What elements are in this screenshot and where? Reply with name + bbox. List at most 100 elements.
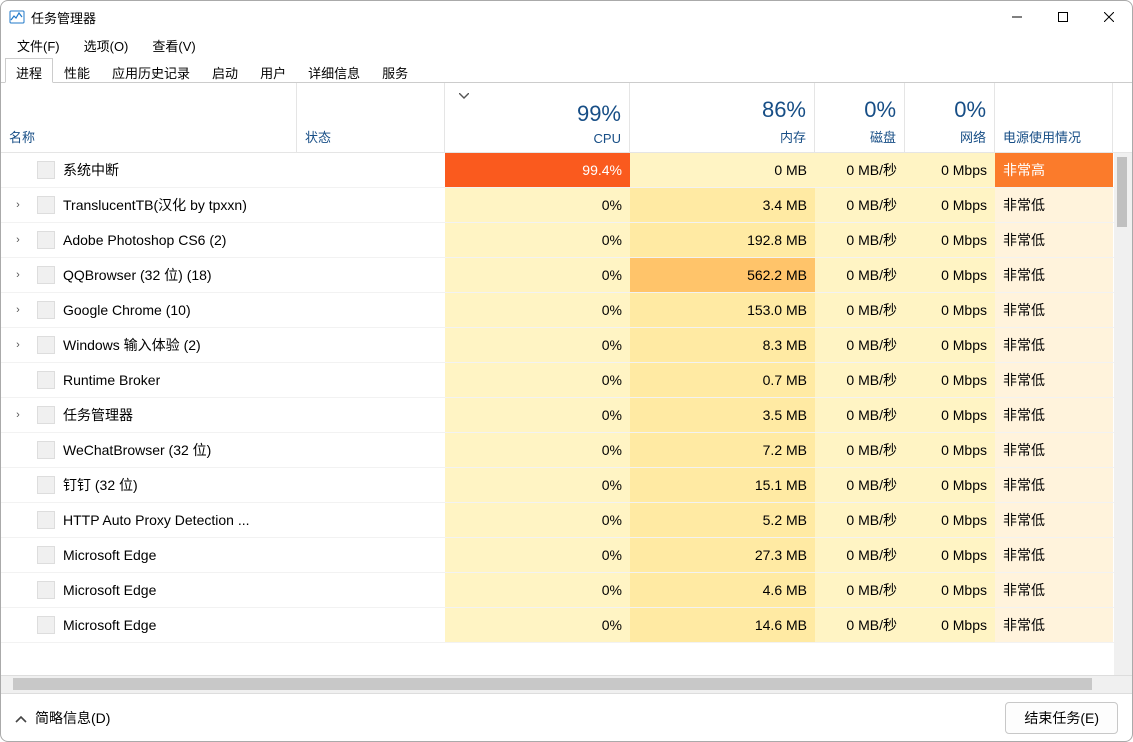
- window-controls: [994, 1, 1132, 33]
- process-row[interactable]: ›TranslucentTB(汉化 by tpxxn)0%3.4 MB0 MB/…: [1, 188, 1114, 223]
- process-name-cell: WeChatBrowser (32 位): [1, 433, 297, 467]
- process-icon: [37, 231, 55, 249]
- process-disk-cell: 0 MB/秒: [815, 538, 905, 572]
- process-name-cell: Microsoft Edge: [1, 573, 297, 607]
- tab-app-history[interactable]: 应用历史记录: [101, 58, 201, 83]
- horizontal-scrollbar-thumb[interactable]: [13, 678, 1092, 690]
- process-row[interactable]: ›任务管理器0%3.5 MB0 MB/秒0 Mbps非常低: [1, 398, 1114, 433]
- process-disk-cell: 0 MB/秒: [815, 503, 905, 537]
- process-status-cell: [297, 468, 445, 502]
- tab-users[interactable]: 用户: [249, 58, 297, 83]
- process-power-cell: 非常低: [995, 223, 1113, 257]
- process-status-cell: [297, 153, 445, 187]
- process-row[interactable]: ›QQBrowser (32 位) (18)0%562.2 MB0 MB/秒0 …: [1, 258, 1114, 293]
- menu-options[interactable]: 选项(O): [74, 34, 139, 57]
- process-row[interactable]: 系统中断99.4%0 MB0 MB/秒0 Mbps非常高: [1, 153, 1114, 188]
- process-network-cell: 0 Mbps: [905, 223, 995, 257]
- tab-performance[interactable]: 性能: [53, 58, 101, 83]
- process-name-cell: › 任务管理器: [1, 398, 297, 432]
- process-icon: [37, 301, 55, 319]
- process-row[interactable]: Microsoft Edge0%27.3 MB0 MB/秒0 Mbps非常低: [1, 538, 1114, 573]
- process-icon: [37, 371, 55, 389]
- tab-startup[interactable]: 启动: [201, 58, 249, 83]
- tab-services[interactable]: 服务: [371, 58, 419, 83]
- process-memory-cell: 8.3 MB: [630, 328, 815, 362]
- column-header-name[interactable]: 名称: [1, 83, 297, 152]
- process-memory-cell: 5.2 MB: [630, 503, 815, 537]
- chevron-up-icon: [15, 710, 27, 726]
- process-disk-cell: 0 MB/秒: [815, 328, 905, 362]
- process-row[interactable]: Microsoft Edge0%14.6 MB0 MB/秒0 Mbps非常低: [1, 608, 1114, 643]
- process-network-cell: 0 Mbps: [905, 608, 995, 642]
- process-cpu-cell: 0%: [445, 328, 630, 362]
- menubar: 文件(F) 选项(O) 查看(V): [1, 33, 1132, 57]
- process-power-cell: 非常低: [995, 363, 1113, 397]
- process-row[interactable]: Microsoft Edge0%4.6 MB0 MB/秒0 Mbps非常低: [1, 573, 1114, 608]
- process-name-cell: Runtime Broker: [1, 363, 297, 397]
- tab-details[interactable]: 详细信息: [297, 58, 371, 83]
- process-row[interactable]: Runtime Broker0%0.7 MB0 MB/秒0 Mbps非常低: [1, 363, 1114, 398]
- fewer-details-toggle[interactable]: 简略信息(D): [15, 708, 110, 728]
- process-status-cell: [297, 608, 445, 642]
- process-cpu-cell: 0%: [445, 398, 630, 432]
- process-disk-cell: 0 MB/秒: [815, 293, 905, 327]
- process-disk-cell: 0 MB/秒: [815, 258, 905, 292]
- process-status-cell: [297, 328, 445, 362]
- expand-chevron-icon[interactable]: ›: [9, 409, 27, 421]
- process-row[interactable]: ›Google Chrome (10)0%153.0 MB0 MB/秒0 Mbp…: [1, 293, 1114, 328]
- expand-chevron-icon[interactable]: ›: [9, 339, 27, 351]
- process-icon: [37, 511, 55, 529]
- process-memory-cell: 562.2 MB: [630, 258, 815, 292]
- maximize-button[interactable]: [1040, 1, 1086, 33]
- process-network-cell: 0 Mbps: [905, 328, 995, 362]
- column-header-disk[interactable]: 0% 磁盘: [815, 83, 905, 152]
- process-cpu-cell: 0%: [445, 573, 630, 607]
- process-name-label: TranslucentTB(汉化 by tpxxn): [63, 195, 247, 215]
- process-cpu-cell: 0%: [445, 223, 630, 257]
- process-name-cell: 系统中断: [1, 153, 297, 187]
- process-network-cell: 0 Mbps: [905, 433, 995, 467]
- column-header-memory[interactable]: 86% 内存: [630, 83, 815, 152]
- expand-chevron-icon[interactable]: ›: [9, 269, 27, 281]
- process-power-cell: 非常低: [995, 468, 1113, 502]
- column-header-network[interactable]: 0% 网络: [905, 83, 995, 152]
- minimize-button[interactable]: [994, 1, 1040, 33]
- process-name-label: Runtime Broker: [63, 372, 160, 388]
- process-network-cell: 0 Mbps: [905, 258, 995, 292]
- titlebar: 任务管理器: [1, 1, 1132, 33]
- horizontal-scrollbar[interactable]: [1, 675, 1132, 693]
- close-button[interactable]: [1086, 1, 1132, 33]
- end-task-button[interactable]: 结束任务(E): [1005, 702, 1118, 734]
- process-name-cell: ›Windows 输入体验 (2): [1, 328, 297, 362]
- vertical-scrollbar[interactable]: [1114, 153, 1132, 675]
- process-icon: [37, 161, 55, 179]
- process-cpu-cell: 0%: [445, 503, 630, 537]
- process-status-cell: [297, 223, 445, 257]
- tab-processes[interactable]: 进程: [5, 58, 53, 83]
- process-cpu-cell: 0%: [445, 433, 630, 467]
- process-row[interactable]: WeChatBrowser (32 位)0%7.2 MB0 MB/秒0 Mbps…: [1, 433, 1114, 468]
- process-memory-cell: 153.0 MB: [630, 293, 815, 327]
- menu-file[interactable]: 文件(F): [7, 34, 70, 57]
- process-row[interactable]: ›Windows 输入体验 (2)0%8.3 MB0 MB/秒0 Mbps非常低: [1, 328, 1114, 363]
- process-name-label: WeChatBrowser (32 位): [63, 440, 211, 460]
- expand-chevron-icon[interactable]: ›: [9, 304, 27, 316]
- vertical-scrollbar-thumb[interactable]: [1117, 157, 1127, 227]
- fewer-details-label: 简略信息(D): [35, 708, 110, 728]
- process-row[interactable]: 钉钉 (32 位)0%15.1 MB0 MB/秒0 Mbps非常低: [1, 468, 1114, 503]
- tabbar: 进程 性能 应用历史记录 启动 用户 详细信息 服务: [1, 57, 1132, 83]
- expand-chevron-icon[interactable]: ›: [9, 234, 27, 246]
- process-network-cell: 0 Mbps: [905, 398, 995, 432]
- process-network-cell: 0 Mbps: [905, 363, 995, 397]
- column-header-status[interactable]: 状态: [297, 83, 445, 152]
- process-status-cell: [297, 433, 445, 467]
- process-power-cell: 非常低: [995, 398, 1113, 432]
- menu-view[interactable]: 查看(V): [142, 34, 205, 57]
- process-icon: [37, 616, 55, 634]
- column-header-power[interactable]: 电源使用情况: [995, 83, 1113, 152]
- process-row[interactable]: ›Adobe Photoshop CS6 (2)0%192.8 MB0 MB/秒…: [1, 223, 1114, 258]
- process-row[interactable]: HTTP Auto Proxy Detection ...0%5.2 MB0 M…: [1, 503, 1114, 538]
- column-header-cpu[interactable]: 99% CPU: [445, 83, 630, 152]
- expand-chevron-icon[interactable]: ›: [9, 199, 27, 211]
- process-name-label: 任务管理器: [63, 405, 133, 425]
